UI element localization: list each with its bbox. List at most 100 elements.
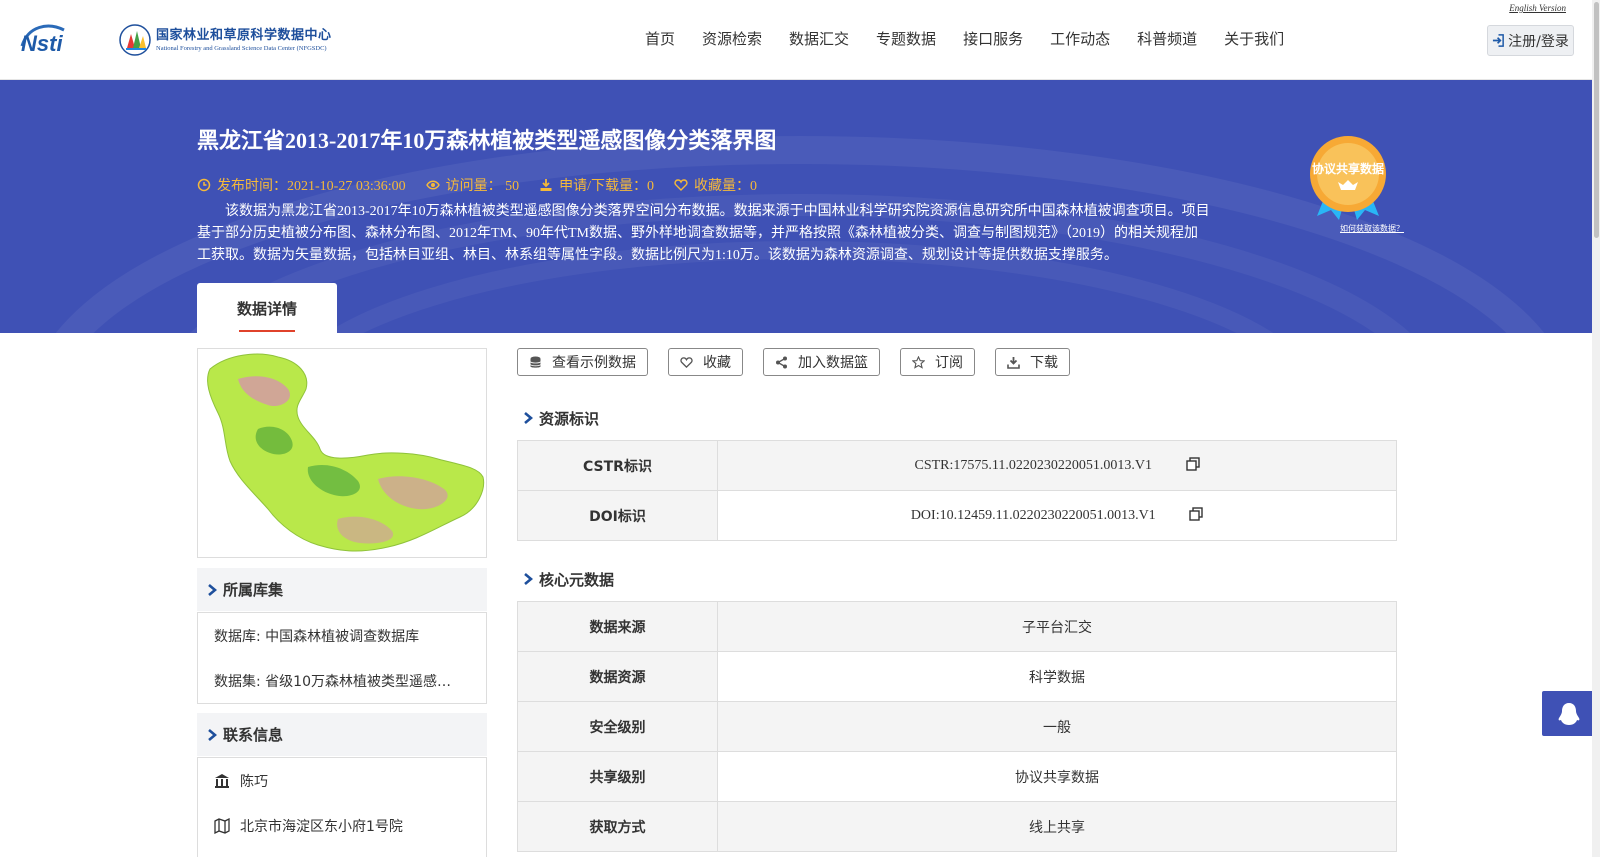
- login-button[interactable]: 注册/登录: [1487, 25, 1574, 56]
- visit-count-text: 访问量： 50: [445, 179, 520, 194]
- contact-panel-header: 联系信息: [197, 713, 487, 756]
- database-icon: [530, 356, 541, 368]
- english-version-link[interactable]: English Version: [1509, 3, 1566, 13]
- table-row: CSTR标识 CSTR:17575.11.0220230220051.0013.…: [517, 440, 1397, 491]
- data-source-key: 数据来源: [517, 601, 718, 652]
- access-method-value: 线上共享: [717, 801, 1397, 852]
- table-row: 数据资源 科学数据: [517, 651, 1397, 702]
- eye-icon: [425, 180, 440, 190]
- chevron-right-icon: [524, 573, 533, 585]
- favorite-count-text: 收藏量：0: [694, 179, 757, 194]
- view-sample-data-button[interactable]: 查看示例数据: [517, 348, 648, 376]
- security-level-value: 一般: [717, 701, 1397, 752]
- download-button[interactable]: 下载: [995, 348, 1070, 376]
- nfgsdc-name-cn: 国家林业和草原科学数据中心: [156, 27, 332, 43]
- library-panel-header: 所属库集: [197, 568, 487, 611]
- dataset-link[interactable]: 数据集: 省级10万森林植被类型遥感图像分类落界图: [198, 658, 486, 703]
- identifiers-section-title: 资源标识: [539, 409, 600, 428]
- shared-data-badge-icon: 协议共享数据: [1310, 136, 1386, 220]
- contact-name: 陈巧: [240, 773, 268, 790]
- table-row: DOI标识 DOI:10.12459.11.0220230220051.0013…: [517, 490, 1397, 541]
- nfgsdc-logo[interactable]: 国家林业和草原科学数据中心 National Forestry and Gras…: [118, 20, 332, 60]
- chevron-right-icon: [208, 728, 217, 741]
- login-label: 注册/登录: [1508, 33, 1569, 50]
- library-panel: 数据库: 中国森林植被调查数据库 数据集: 省级10万森林植被类型遥感图像分类落…: [197, 612, 487, 704]
- add-to-data-basket-label: 加入数据篮: [798, 355, 868, 371]
- nfgsdc-emblem-icon: [119, 24, 151, 56]
- heilongjiang-map-thumbnail: [207, 353, 485, 552]
- action-bar: 查看示例数据 收藏 加入数据篮 订阅 下载: [517, 348, 1090, 376]
- access-method-key: 获取方式: [517, 801, 718, 852]
- doi-value: DOI:10.12459.11.0220230220051.0013.V1: [910, 508, 1156, 523]
- publish-time-text: 发布时间：2021-10-27 03:36:00: [217, 179, 406, 194]
- contact-panel-title: 联系信息: [223, 726, 284, 744]
- nav-topic-data[interactable]: 专题数据: [876, 28, 936, 49]
- map-icon: [214, 817, 230, 834]
- dataset-meta: 发布时间：2021-10-27 03:36:00 访问量： 50 申请/下载量：…: [197, 175, 777, 195]
- heart-outline-icon: [680, 356, 693, 368]
- favorite-label: 收藏: [703, 355, 731, 371]
- nav-work-news[interactable]: 工作动态: [1050, 28, 1110, 49]
- core-metadata-section-title: 核心元数据: [539, 570, 615, 589]
- subscribe-button[interactable]: 订阅: [900, 348, 975, 376]
- dataset-banner: 黑龙江省2013-2017年10万森林植被类型遥感图像分类落界图 发布时间：20…: [0, 80, 1600, 333]
- sharing-level-value: 协议共享数据: [717, 751, 1397, 802]
- table-row: 共享级别 协议共享数据: [517, 751, 1397, 802]
- contact-address: 北京市海淀区东小府1号院: [240, 818, 403, 835]
- data-resource-key: 数据资源: [517, 651, 718, 702]
- chevron-right-icon: [208, 583, 217, 596]
- nfgsdc-name-en: National Forestry and Grassland Science …: [156, 44, 327, 52]
- cstr-value: CSTR:17575.11.0220230220051.0013.V1: [914, 458, 1153, 473]
- sharing-level-key: 共享级别: [517, 751, 718, 802]
- nav-resource-search[interactable]: 资源检索: [702, 28, 762, 49]
- tab-data-details-label: 数据详情: [236, 299, 297, 318]
- add-to-data-basket-button[interactable]: 加入数据篮: [763, 348, 880, 376]
- data-source-value: 子平台汇交: [717, 601, 1397, 652]
- cstr-key: CSTR标识: [517, 440, 718, 491]
- favorite-button[interactable]: 收藏: [668, 348, 743, 376]
- nav-data-submission[interactable]: 数据汇交: [789, 28, 849, 49]
- site-header: Nsti 国家林业和草原科学数据中心 National Forestry and…: [0, 0, 1600, 80]
- copy-icon[interactable]: [1185, 457, 1200, 471]
- doi-cell: DOI:10.12459.11.0220230220051.0013.V1: [717, 490, 1397, 541]
- favorite-count: 收藏量：0: [674, 175, 757, 195]
- doi-key: DOI标识: [517, 490, 718, 541]
- dataset-text: 数据集: 省级10万森林植被类型遥感图像分类落界图: [214, 673, 459, 690]
- star-outline-icon: [912, 355, 925, 369]
- identifiers-table: CSTR标识 CSTR:17575.11.0220230220051.0013.…: [517, 440, 1397, 541]
- download-icon: [1007, 356, 1020, 369]
- identifiers-section-header: 资源标识: [523, 407, 599, 429]
- library-panel-title: 所属库集: [223, 581, 284, 599]
- nsti-logo[interactable]: Nsti: [18, 20, 98, 58]
- heart-icon: [674, 179, 688, 191]
- how-to-get-data-link[interactable]: 如何获取该数据？: [1340, 223, 1404, 234]
- badge-text: 协议共享数据: [1312, 161, 1384, 176]
- qq-chat-button[interactable]: [1542, 691, 1595, 736]
- database-text: 数据库: 中国森林植被调查数据库: [214, 628, 420, 645]
- nav-about-us[interactable]: 关于我们: [1224, 28, 1284, 49]
- tab-data-details[interactable]: 数据详情: [197, 283, 337, 333]
- nav-api-service[interactable]: 接口服务: [963, 28, 1023, 49]
- contact-address-row: 北京市海淀区东小府1号院: [198, 803, 486, 848]
- chevron-right-icon: [524, 412, 533, 424]
- dataset-thumbnail[interactable]: [197, 348, 487, 558]
- download-count: 申请/下载量：0: [539, 175, 654, 195]
- download-label: 下载: [1030, 355, 1058, 371]
- copy-icon[interactable]: [1189, 507, 1203, 521]
- dataset-title: 黑龙江省2013-2017年10万森林植被类型遥感图像分类落界图: [197, 128, 777, 153]
- table-row: 安全级别 一般: [517, 701, 1397, 752]
- main-nav: 首页 资源检索 数据汇交 专题数据 接口服务 工作动态 科普频道 关于我们: [645, 28, 1311, 49]
- nav-science-channel[interactable]: 科普频道: [1137, 28, 1197, 49]
- visit-count: 访问量： 50: [425, 175, 520, 195]
- database-link[interactable]: 数据库: 中国森林植被调查数据库: [198, 613, 486, 658]
- sign-in-icon: [1493, 34, 1505, 47]
- page-scrollbar-thumb[interactable]: [1594, 2, 1599, 238]
- nsti-logo-text: Nsti: [21, 31, 63, 56]
- download-count-text: 申请/下载量：0: [559, 179, 654, 194]
- download-icon: [540, 179, 552, 191]
- qq-penguin-icon: [1558, 702, 1579, 725]
- nav-home[interactable]: 首页: [645, 28, 675, 49]
- subscribe-label: 订阅: [935, 355, 963, 371]
- data-resource-value: 科学数据: [717, 651, 1397, 702]
- table-row: 数据来源 子平台汇交: [517, 601, 1397, 652]
